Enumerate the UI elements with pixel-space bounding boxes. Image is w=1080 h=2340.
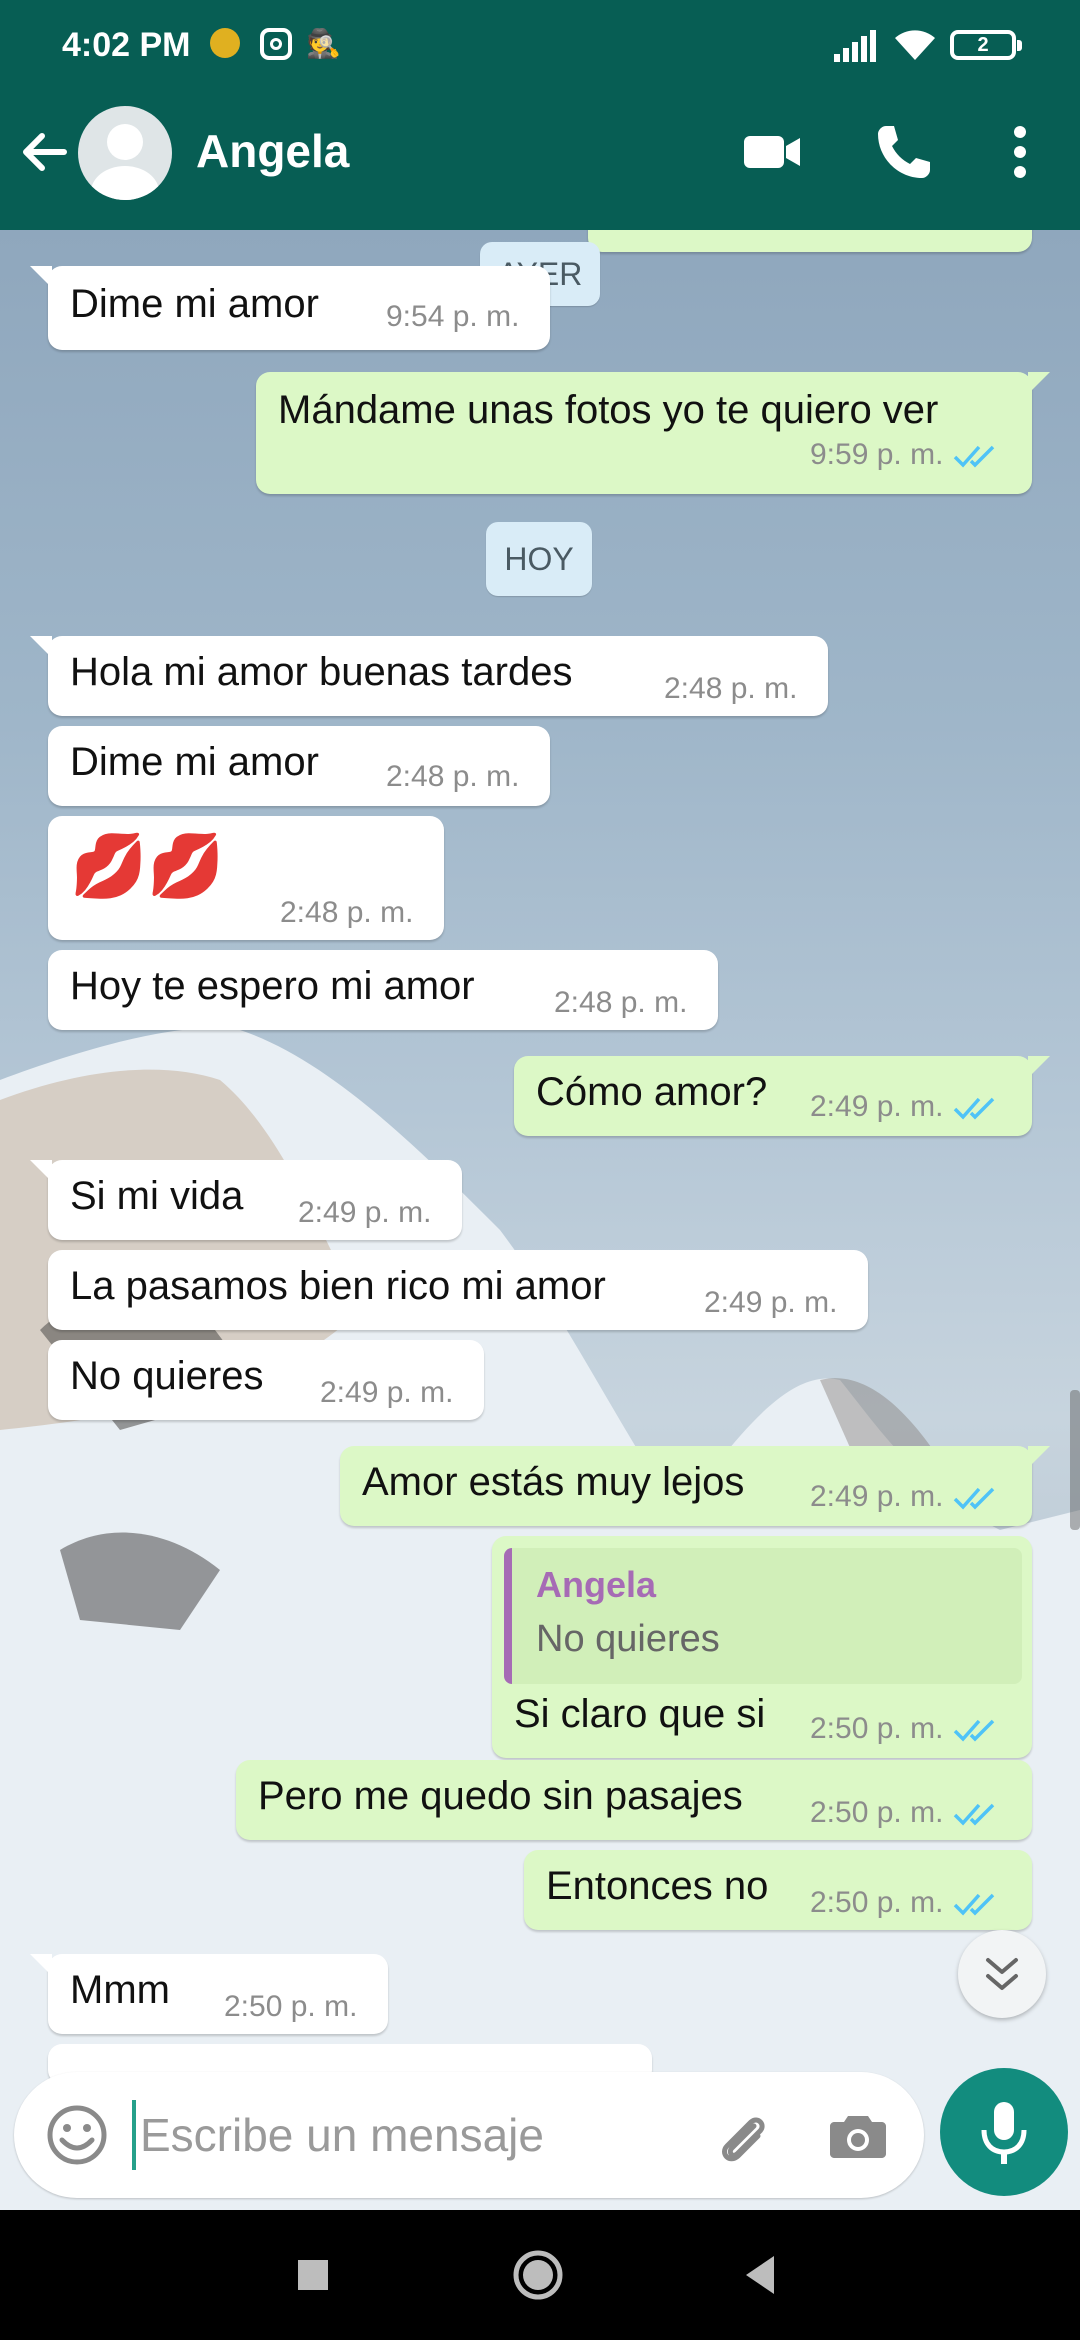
recents-icon[interactable] (278, 2240, 348, 2310)
scroll-indicator[interactable] (1070, 1390, 1080, 1530)
read-ticks-icon (954, 1719, 995, 1742)
read-ticks-icon (954, 1803, 995, 1826)
message-outgoing[interactable]: Amor estás muy lejos 2:49 p. m. (340, 1446, 1050, 1526)
message-incoming[interactable]: 💋💋 2:48 p. m. (48, 816, 444, 940)
scroll-down-icon (986, 1958, 1018, 1990)
instagram-icon (260, 28, 292, 60)
message-incoming[interactable]: Hoy te espero mi amor 2:48 p. m. (48, 950, 718, 1030)
scroll-down-button[interactable] (958, 1930, 1046, 2018)
quoted-message[interactable]: Angela No quieres (504, 1548, 1022, 1684)
avatar-icon[interactable] (78, 106, 172, 200)
incognito-icon: 🕵 (306, 28, 341, 59)
emoji-icon[interactable] (44, 2102, 110, 2168)
read-ticks-icon (954, 445, 995, 468)
attach-icon[interactable] (710, 2106, 774, 2170)
chat-area[interactable]: AYER Dime mi amor 9:54 p. m. Mándame una… (0, 230, 1080, 2210)
read-ticks-icon (954, 1893, 995, 1916)
message-outgoing[interactable]: Mándame unas fotos yo te quiero ver 9:59… (256, 372, 1050, 494)
chat-header: Angela (0, 76, 1080, 230)
back-arrow-icon[interactable] (16, 124, 72, 180)
message-incoming[interactable]: Dime mi amor 2:48 p. m. (48, 726, 550, 806)
mic-icon (981, 2102, 1027, 2164)
quoted-text: No quieres (536, 1618, 720, 1660)
message-outgoing[interactable]: Pero me quedo sin pasajes 2:50 p. m. (236, 1760, 1032, 1840)
message-input[interactable] (132, 2100, 692, 2170)
message-incoming[interactable]: Si mi vida 2:49 p. m. (30, 1160, 462, 1240)
message-outgoing[interactable]: Entonces no 2:50 p. m. (524, 1850, 1032, 1930)
voice-call-icon[interactable] (872, 120, 936, 184)
contact-name[interactable]: Angela (196, 124, 349, 178)
battery-icon: 2 (950, 30, 1022, 60)
message-incoming[interactable]: La pasamos bien rico mi amor 2:49 p. m. (48, 1250, 868, 1330)
home-icon[interactable] (503, 2240, 573, 2310)
system-nav-bar (0, 2210, 1080, 2340)
message-outgoing[interactable]: Cómo amor? 2:49 p. m. (514, 1056, 1050, 1136)
message-incoming[interactable]: Hola mi amor buenas tardes 2:48 p. m. (30, 636, 828, 716)
message-composer (14, 2072, 924, 2198)
back-nav-icon[interactable] (726, 2240, 796, 2310)
read-ticks-icon (954, 1487, 995, 1510)
date-chip-today: HOY (486, 522, 592, 596)
signal-icon (834, 30, 876, 62)
wifi-icon (895, 30, 935, 60)
message-outgoing-reply[interactable]: Angela No quieres Si claro que si 2:50 p… (492, 1536, 1032, 1758)
mic-button[interactable] (940, 2068, 1068, 2196)
message-incoming[interactable]: Mmm 2:50 p. m. (30, 1954, 388, 2034)
notification-badge-icon (210, 28, 240, 58)
message-incoming[interactable]: No quieres 2:49 p. m. (48, 1340, 484, 1420)
camera-icon[interactable] (826, 2104, 890, 2168)
read-ticks-icon (954, 1097, 995, 1120)
message-bubble-partial (588, 230, 1032, 252)
status-bar: 4:02 PM 🕵 2 (0, 0, 1080, 76)
quoted-author: Angela (536, 1564, 657, 1605)
message-incoming[interactable]: Dime mi amor 9:54 p. m. (30, 266, 550, 350)
video-call-icon[interactable] (740, 120, 804, 184)
status-time: 4:02 PM (62, 26, 191, 64)
more-options-icon[interactable] (988, 120, 1052, 184)
